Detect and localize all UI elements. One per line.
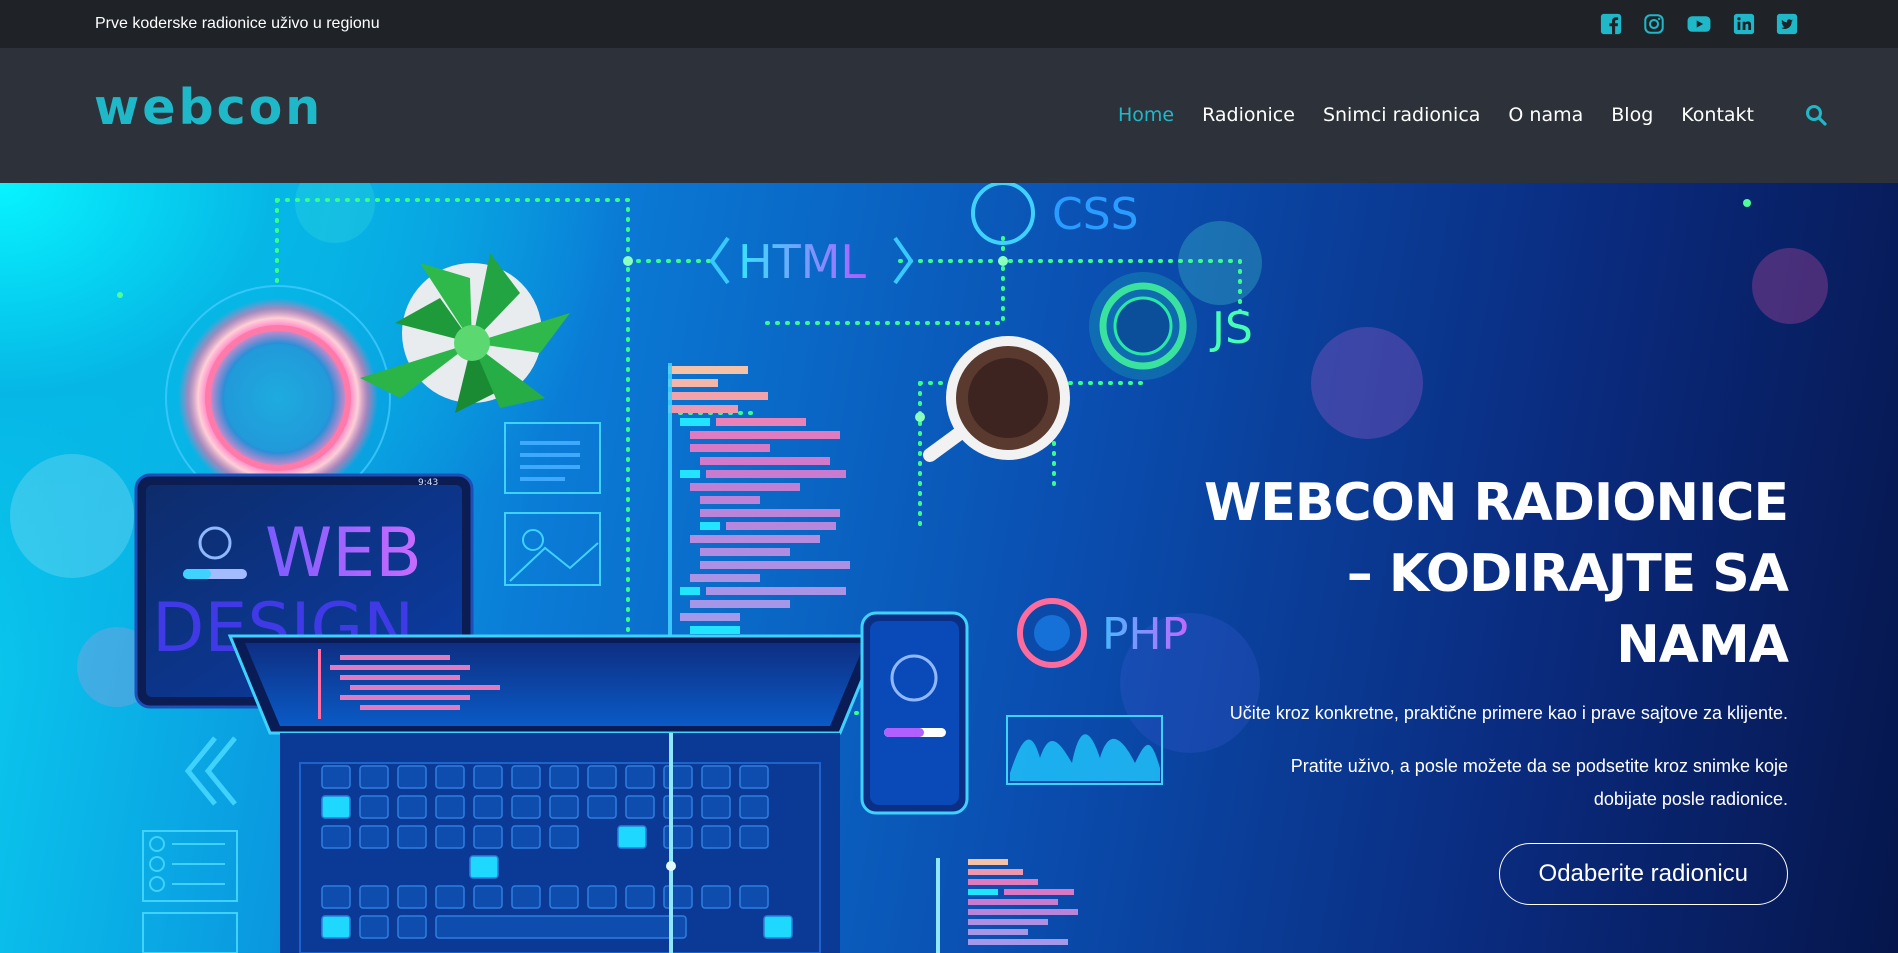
- hero-title: WEBCON RADIONICE – KODIRAJTE SA NAMA: [1168, 468, 1789, 681]
- hero-subtitle-2-line-1: Pratite uživo, a posle možete da se pods…: [1290, 756, 1788, 776]
- nav-o-nama[interactable]: O nama: [1508, 104, 1583, 126]
- nav-snimci-radionica[interactable]: Snimci radionica: [1323, 104, 1480, 126]
- linkedin-icon[interactable]: [1733, 13, 1755, 35]
- nav-radionice[interactable]: Radionice: [1202, 104, 1295, 126]
- nav-home[interactable]: Home: [1118, 104, 1174, 126]
- laptop-device: [227, 634, 883, 953]
- choose-workshop-button[interactable]: Odaberite radionicu: [1498, 843, 1788, 905]
- hero-title-line-1: WEBCON RADIONICE: [1203, 473, 1789, 533]
- site-header: webcon Home Radionice Snimci radionica O…: [0, 48, 1898, 183]
- youtube-icon[interactable]: [1686, 13, 1712, 35]
- main-nav: Home Radionice Snimci radionica O nama B…: [1118, 104, 1754, 126]
- tablet-time: 9:43: [418, 478, 438, 488]
- tablet-web-text: WEB: [265, 514, 422, 593]
- instagram-icon[interactable]: [1643, 13, 1665, 35]
- phone-device: [860, 611, 969, 815]
- plant-decoration: [360, 253, 570, 413]
- site-logo[interactable]: webcon: [94, 83, 323, 132]
- hero-title-line-3: NAMA: [1616, 615, 1789, 675]
- hero-title-line-2: – KODIRAJTE SA: [1346, 544, 1789, 604]
- hero-section: HTML CSS JS PHP WEB DESIGN 9:43 WEBCON R…: [0, 183, 1898, 953]
- top-bar: Prve koderske radionice uživo u regionu: [0, 0, 1898, 48]
- hero-subtitle-2-line-2: dobijate posle radionice.: [1593, 789, 1788, 809]
- topbar-tagline: Prve koderske radionice uživo u regionu: [95, 15, 380, 32]
- social-links: [1600, 12, 1798, 36]
- hero-subtitle-1: Učite kroz konkretne, praktične primere …: [1229, 703, 1788, 723]
- facebook-icon[interactable]: [1600, 13, 1622, 35]
- twitter-icon[interactable]: [1776, 13, 1798, 35]
- nav-blog[interactable]: Blog: [1611, 104, 1653, 126]
- hero-subtitle-2: Pratite uživo, a posle možete da se pods…: [1168, 750, 1788, 816]
- js-label: JS: [1209, 303, 1253, 354]
- nav-kontakt[interactable]: Kontakt: [1681, 104, 1754, 126]
- search-icon[interactable]: [1804, 103, 1828, 127]
- html-label: HTML: [738, 235, 866, 289]
- hero-content: WEBCON RADIONICE – KODIRAJTE SA NAMA Uči…: [1168, 468, 1789, 905]
- css-label: CSS: [1052, 189, 1139, 240]
